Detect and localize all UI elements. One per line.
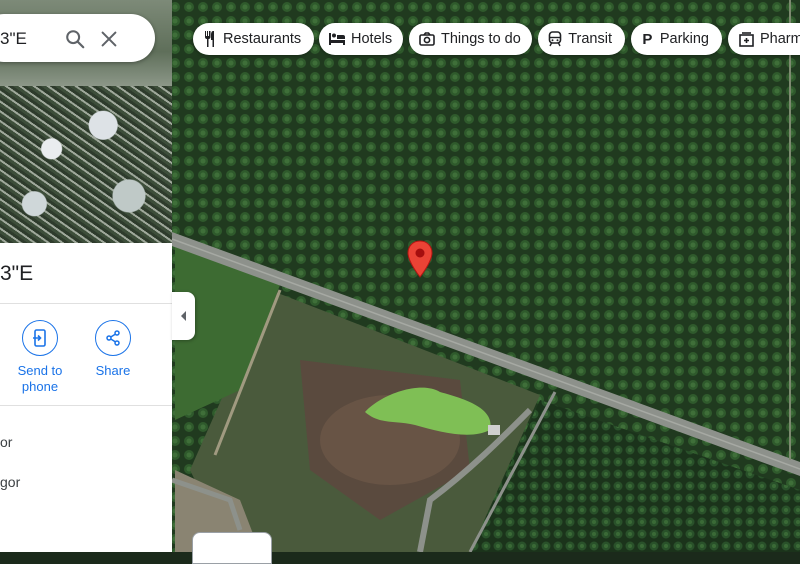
chip-label: Restaurants [223,31,302,47]
chip-things-to-do[interactable]: Things to do [409,23,532,55]
collapse-panel-button[interactable] [172,292,195,340]
hotel-icon [329,31,345,47]
chip-label: Things to do [441,31,521,47]
chip-restaurants[interactable]: Restaurants [193,23,314,55]
restaurant-icon [203,31,217,47]
search-icon[interactable] [64,28,86,50]
place-title: 3"E [0,262,34,285]
divider [0,303,172,304]
send-to-phone-label-2: phone [21,379,59,394]
layers-button[interactable] [192,532,272,564]
search-box[interactable]: 3"E [0,14,155,62]
chip-hotels[interactable]: Hotels [319,23,403,55]
camera-icon [419,31,435,47]
info-row-address[interactable]: or [0,434,12,450]
chevron-left-icon [180,311,186,321]
share-button[interactable]: Share [73,320,153,379]
place-photo[interactable] [0,86,172,243]
chip-pharmacy[interactable]: Pharm [728,23,800,55]
chip-parking[interactable]: P Parking [631,23,722,55]
search-input[interactable]: 3"E [0,29,27,49]
chip-label: Parking [659,31,709,47]
pharmacy-icon [738,31,754,47]
send-to-phone-icon [22,320,58,356]
send-to-phone-button[interactable]: Send to phone [0,320,80,395]
chip-label: Transit [568,31,612,47]
place-panel: 3"E 3"E Send to phone Share or gor [0,0,172,552]
chip-transit[interactable]: Transit [538,23,625,55]
send-to-phone-label-1: Send to [17,363,63,378]
parking-icon: P [642,30,653,48]
chip-label: Hotels [351,31,393,47]
chip-label: Pharm [760,31,800,47]
share-label: Share [95,363,131,378]
close-icon[interactable] [98,28,120,50]
divider [0,405,172,406]
location-pin-icon[interactable] [407,240,433,278]
transit-icon [548,31,562,47]
info-row-plus-code[interactable]: gor [0,474,20,490]
share-icon [95,320,131,356]
